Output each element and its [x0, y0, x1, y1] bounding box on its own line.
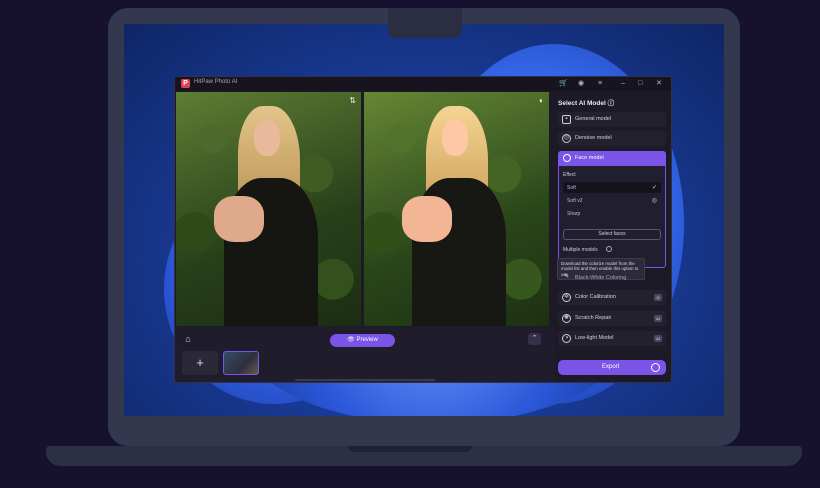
add-image-button[interactable]: +	[182, 351, 218, 375]
original-image-pane[interactable]: ⇅	[176, 92, 361, 326]
preview-label: Preview	[356, 337, 378, 343]
ai-badge: AI	[654, 315, 662, 322]
panel-title-text: Select AI Model	[558, 100, 606, 107]
model-label: Low-light Model	[575, 335, 614, 341]
preview-button[interactable]: 👁 Preview	[330, 334, 395, 347]
thumbnail-scrollbar[interactable]	[295, 379, 435, 381]
effect-option-soft-v2[interactable]: Soft v2 ◎	[563, 195, 661, 206]
model-label: Scratch Repair	[575, 315, 612, 321]
effect-option-soft[interactable]: Soft ✓	[563, 182, 661, 193]
model-label: Black-White Coloring	[575, 275, 627, 281]
minimize-icon[interactable]: –	[621, 79, 625, 88]
model-color-calibration[interactable]: ✲ Color Calibration ◎	[558, 290, 666, 305]
camera-notch	[388, 8, 462, 38]
enhanced-image-pane[interactable]: ◐	[364, 92, 549, 326]
download-badge-icon: ◎	[654, 294, 662, 301]
model-label: General model	[575, 116, 612, 122]
multiple-models-info-icon[interactable]	[606, 246, 612, 252]
model-label: Denoise model	[575, 135, 612, 141]
calibration-icon: ✲	[562, 293, 571, 302]
close-icon[interactable]: ✕	[656, 79, 662, 88]
model-label: Color Calibration	[575, 294, 616, 300]
download-badge-icon: ◎	[651, 198, 657, 204]
info-icon[interactable]: ⓘ	[608, 100, 615, 107]
app-title: HitPaw Photo AI	[194, 79, 238, 85]
portrait-arm	[402, 196, 452, 242]
model-denoise[interactable]: ◎ Denoise model	[558, 131, 666, 146]
portrait-face	[442, 120, 468, 156]
portrait-arm	[214, 196, 264, 242]
export-label: Export	[602, 364, 620, 370]
collapse-button[interactable]: ⌃	[528, 333, 541, 345]
home-icon[interactable]: ⌂	[182, 333, 194, 345]
canvas-toolbar: ⌂ 👁 Preview ⌃ +	[175, 327, 555, 382]
effect-label: Effect	[563, 172, 576, 178]
ai-badge: AI	[654, 335, 662, 342]
effect-option-label: Sharp	[567, 211, 581, 217]
model-panel: Select AI Model ⓘ ▪ General model ◎ Deno…	[555, 92, 671, 382]
menu-icon[interactable]: ≡	[598, 79, 602, 88]
image-thumbnail[interactable]	[223, 351, 259, 375]
model-scratch-repair[interactable]: ✺ Scratch Repair AI	[558, 311, 666, 326]
model-general[interactable]: ▪ General model	[558, 112, 666, 127]
app-logo-icon: P	[181, 79, 190, 88]
laptop-base-lip	[348, 446, 472, 452]
portrait-face	[254, 120, 280, 156]
maximize-icon[interactable]: □	[638, 79, 642, 88]
coloring-icon: ✎	[563, 274, 570, 280]
face-icon	[563, 154, 571, 162]
multiple-models-label: Multiple models	[563, 247, 598, 253]
panel-title: Select AI Model ⓘ	[558, 97, 614, 107]
model-label: Face model	[575, 155, 604, 161]
low-light-icon: ◑	[562, 334, 571, 343]
effect-option-label: Soft	[567, 185, 576, 191]
effect-option-sharp[interactable]: Sharp	[563, 208, 661, 219]
account-icon[interactable]: ◉	[578, 79, 584, 88]
cart-icon[interactable]: 🛒	[559, 79, 568, 88]
model-face-expanded[interactable]: Face model Effect Soft ✓ Soft v2 ◎ Sharp…	[557, 151, 666, 280]
model-black-white-coloring[interactable]: ✎ Black-White Coloring	[558, 271, 666, 286]
denoise-icon: ◎	[562, 134, 571, 143]
export-button[interactable]: Export	[558, 360, 666, 375]
title-bar: P HitPaw Photo AI 🛒 ◉ ≡ – □ ✕	[175, 77, 671, 91]
fullscreen-icon[interactable]: ◐	[539, 96, 544, 105]
image-icon: ▪	[562, 115, 571, 124]
effect-option-label: Soft v2	[567, 198, 583, 204]
settings-icon[interactable]	[651, 363, 660, 372]
model-low-light[interactable]: ◑ Low-light Model AI	[558, 331, 666, 346]
compare-icon[interactable]: ⇅	[349, 96, 356, 105]
scratch-icon: ✺	[562, 314, 571, 323]
check-icon: ✓	[651, 185, 657, 191]
app-window: P HitPaw Photo AI 🛒 ◉ ≡ – □ ✕ ⇅ ◐ ⌂ 👁 Pr…	[174, 76, 672, 383]
select-faces-button[interactable]: Select faces	[563, 229, 661, 240]
model-face-header[interactable]: Face model	[559, 152, 665, 166]
